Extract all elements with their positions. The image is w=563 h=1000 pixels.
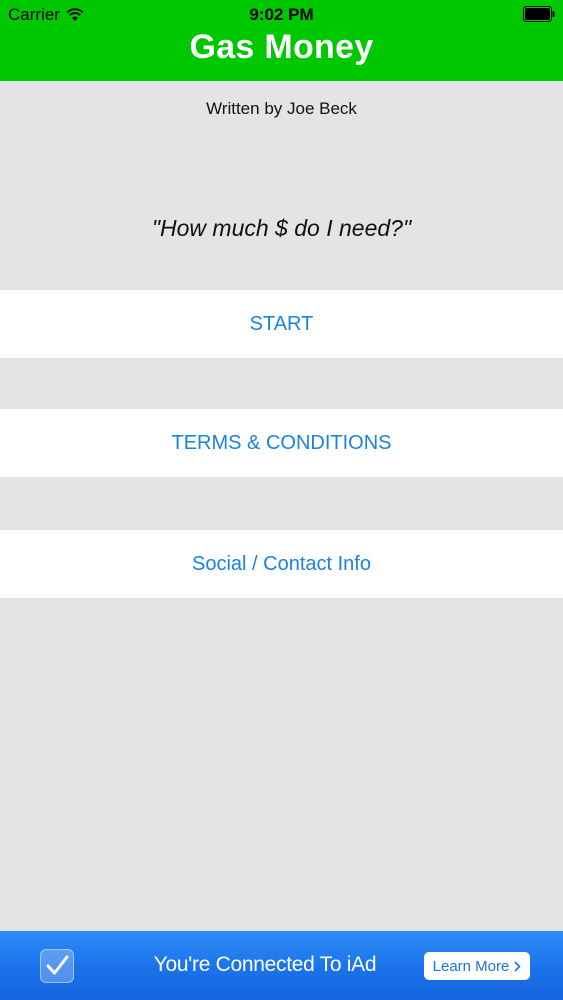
learn-more-button[interactable]: Learn More <box>424 952 530 980</box>
start-button[interactable]: START <box>0 290 563 358</box>
tagline: "How much $ do I need?" <box>151 215 412 241</box>
checkmark-icon <box>40 949 74 983</box>
iad-banner[interactable]: You're Connected To iAd Learn More <box>0 931 563 1000</box>
terms-conditions-button[interactable]: TERMS & CONDITIONS <box>0 409 563 477</box>
learn-more-label: Learn More <box>432 957 510 975</box>
app-header: Carrier 9:02 PM Gas Money <box>0 0 563 81</box>
app-title: Gas Money <box>189 28 374 66</box>
ad-message: You're Connected To iAd <box>153 953 377 976</box>
status-bar: Carrier 9:02 PM <box>0 0 563 30</box>
status-time: 9:02 PM <box>249 5 314 24</box>
battery-icon <box>523 6 555 22</box>
chevron-right-icon <box>514 960 521 972</box>
social-contact-button[interactable]: Social / Contact Info <box>0 530 563 598</box>
author-credit: Written by Joe Beck <box>206 99 357 118</box>
